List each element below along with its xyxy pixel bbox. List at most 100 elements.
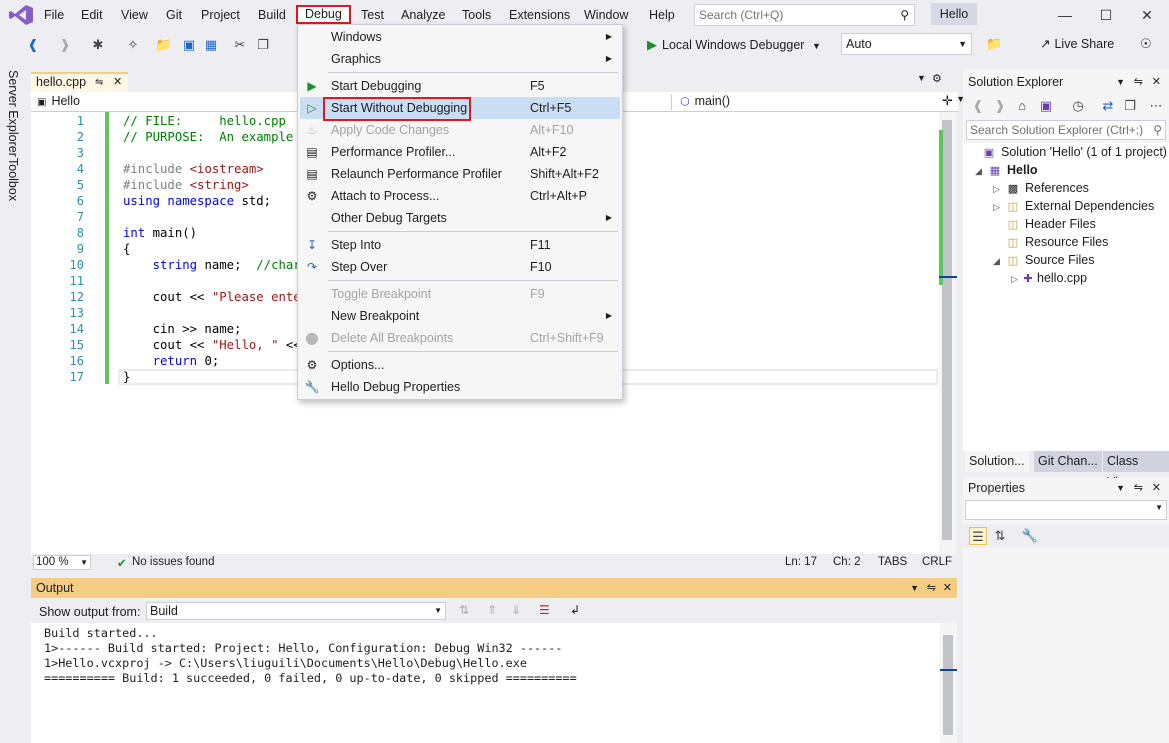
pin-icon[interactable]: ⇋ bbox=[1134, 72, 1143, 92]
eol-indicator[interactable]: CRLF bbox=[922, 556, 952, 568]
zoom-combo[interactable]: 100 % ▼ bbox=[33, 555, 91, 570]
member-dropdown[interactable]: ⬡ main() ▼ bbox=[671, 94, 971, 110]
search-input[interactable] bbox=[695, 5, 885, 25]
menu-file[interactable]: File bbox=[41, 6, 67, 24]
menu-item-step-into[interactable]: ↧ Step Into F11 bbox=[298, 234, 622, 256]
menu-edit[interactable]: Edit bbox=[78, 6, 106, 24]
tree-item-hello-cpp[interactable]: ▷ ✚ hello.cpp bbox=[1011, 269, 1087, 287]
menu-item-other-debug-targets[interactable]: Other Debug Targets ▶ bbox=[298, 207, 622, 229]
home-icon[interactable]: ⌂ bbox=[1013, 97, 1031, 115]
live-share-button[interactable]: ↗ Live Share bbox=[1040, 36, 1114, 51]
tree-item-project[interactable]: ◢ ▦ Hello bbox=[975, 161, 1038, 179]
close-window-icon[interactable]: ✕ bbox=[1127, 4, 1167, 26]
alphabetical-icon[interactable]: ⇅ bbox=[991, 527, 1009, 545]
settings-gear-icon[interactable]: ⚙ bbox=[932, 72, 942, 85]
categorized-icon[interactable]: ☰ bbox=[969, 527, 987, 545]
editor-tab-hello-cpp[interactable]: hello.cpp ⇋ ✕ bbox=[31, 72, 128, 92]
pin-icon[interactable]: ⇋ bbox=[1134, 478, 1143, 498]
output-vertical-scrollbar[interactable] bbox=[940, 623, 957, 743]
toolbox-tab[interactable]: Toolbox bbox=[6, 158, 20, 201]
menu-view[interactable]: View bbox=[118, 6, 151, 24]
add-item-icon[interactable]: ✧ bbox=[124, 36, 142, 54]
search-icon[interactable]: ⚲ bbox=[900, 8, 909, 22]
menu-help[interactable]: Help bbox=[646, 6, 678, 24]
close-tab-icon[interactable]: ✕ bbox=[113, 74, 122, 91]
close-panel-icon[interactable]: ✕ bbox=[943, 578, 952, 598]
tab-git-changes[interactable]: Git Chan... bbox=[1034, 451, 1102, 472]
word-wrap-icon[interactable]: ↲ bbox=[570, 603, 580, 617]
split-editor-icon[interactable]: ✛ bbox=[942, 93, 953, 109]
server-explorer-tab[interactable]: Server Explorer bbox=[6, 70, 20, 157]
chevron-down-icon[interactable]: ▼ bbox=[958, 34, 967, 54]
switch-views-icon[interactable]: ▣ bbox=[1037, 97, 1055, 115]
tabs-indicator[interactable]: TABS bbox=[878, 556, 907, 568]
sync-icon[interactable]: ⇄ bbox=[1099, 97, 1117, 115]
chevron-down-icon[interactable]: ▼ bbox=[812, 41, 821, 51]
collapsed-arrow-icon[interactable]: ▷ bbox=[993, 198, 1005, 216]
chevron-down-icon[interactable]: ▼ bbox=[80, 556, 88, 569]
previous-message-icon[interactable]: ⇑ bbox=[487, 603, 497, 617]
close-panel-icon[interactable]: ✕ bbox=[1152, 72, 1161, 92]
tree-item-resource-files[interactable]: ◫ Resource Files bbox=[993, 233, 1109, 251]
collapsed-arrow-icon[interactable]: ▷ bbox=[1011, 270, 1023, 288]
menu-item-graphics[interactable]: Graphics ▶ bbox=[298, 48, 622, 70]
cut-icon[interactable]: ✂ bbox=[231, 36, 249, 54]
new-project-icon[interactable]: ✱ bbox=[89, 36, 107, 54]
tree-item-header-files[interactable]: ◫ Header Files bbox=[993, 215, 1096, 233]
menu-project[interactable]: Project bbox=[198, 6, 243, 24]
property-pages-icon[interactable]: 🔧 bbox=[1021, 527, 1039, 545]
tab-class-view[interactable]: Class View bbox=[1103, 451, 1169, 489]
menu-debug[interactable]: Debug bbox=[296, 5, 351, 24]
search-icon[interactable]: ⚲ bbox=[1151, 121, 1162, 139]
more-icon[interactable]: ⋯ bbox=[1147, 97, 1165, 115]
properties-object-combo[interactable]: ▼ bbox=[965, 500, 1167, 520]
tree-item-source-files[interactable]: ◢ ◫ Source Files bbox=[993, 251, 1094, 269]
back-icon[interactable]: ❰ bbox=[24, 36, 42, 54]
menu-tools[interactable]: Tools bbox=[459, 6, 494, 24]
solution-tree[interactable]: ▣ Solution 'Hello' (1 of 1 project) ◢ ▦ Hel… bbox=[963, 143, 1169, 453]
menu-window[interactable]: Window bbox=[581, 6, 631, 24]
minimize-icon[interactable]: — bbox=[1045, 4, 1085, 26]
close-panel-icon[interactable]: ✕ bbox=[1152, 478, 1161, 498]
solution-config-combo[interactable]: Auto ▼ bbox=[841, 33, 972, 55]
menu-build[interactable]: Build bbox=[255, 6, 289, 24]
menu-item-performance-profiler[interactable]: ▤ Performance Profiler... Alt+F2 bbox=[298, 141, 622, 163]
collapsed-arrow-icon[interactable]: ▷ bbox=[993, 180, 1005, 198]
tree-item-references[interactable]: ▷ ▩ References bbox=[993, 179, 1089, 197]
search-box[interactable]: ⚲ bbox=[694, 4, 915, 26]
solution-search-box[interactable]: Search Solution Explorer (Ctrl+;) ⚲ bbox=[966, 120, 1166, 140]
pin-icon[interactable]: ⇋ bbox=[927, 578, 936, 598]
tab-dropdown-icon[interactable]: ▼ bbox=[917, 73, 926, 83]
clear-all-icon[interactable]: ☰ bbox=[539, 603, 550, 617]
find-message-icon[interactable]: ⇅ bbox=[459, 603, 469, 617]
menu-item-attach-to-process[interactable]: ⚙ Attach to Process... Ctrl+Alt+P bbox=[298, 185, 622, 207]
menu-item-start-debugging[interactable]: ▶ Start Debugging F5 bbox=[298, 75, 622, 97]
output-source-combo[interactable]: Build ▼ bbox=[146, 602, 446, 620]
output-text-area[interactable]: Build started... 1>------ Build started:… bbox=[31, 623, 940, 743]
save-all-icon[interactable]: ▦ bbox=[202, 36, 220, 54]
menu-git[interactable]: Git bbox=[163, 6, 185, 24]
chevron-down-icon[interactable]: ▼ bbox=[434, 603, 442, 619]
menu-item-debug-properties[interactable]: 🔧 Hello Debug Properties bbox=[298, 376, 622, 398]
chevron-down-icon[interactable]: ▼ bbox=[910, 578, 919, 598]
expanded-arrow-icon[interactable]: ◢ bbox=[975, 162, 987, 180]
tree-item-solution[interactable]: ▣ Solution 'Hello' (1 of 1 project) bbox=[969, 143, 1167, 161]
pending-changes-icon[interactable]: ◷ bbox=[1069, 97, 1087, 115]
open-folder-icon[interactable]: 📁 bbox=[155, 36, 173, 54]
collapse-all-icon[interactable]: ❐ bbox=[1121, 97, 1139, 115]
tree-item-external-dependencies[interactable]: ▷ ◫ External Dependencies bbox=[993, 197, 1154, 215]
menu-item-windows[interactable]: Windows ▶ bbox=[298, 26, 622, 48]
menu-item-new-breakpoint[interactable]: New Breakpoint ▶ bbox=[298, 305, 622, 327]
menu-test[interactable]: Test bbox=[358, 6, 387, 24]
forward-icon[interactable]: ❱ bbox=[991, 97, 1009, 115]
menu-item-step-over[interactable]: ↷ Step Over F10 bbox=[298, 256, 622, 278]
issues-status[interactable]: No issues found bbox=[132, 556, 214, 568]
output-scroll-thumb[interactable] bbox=[943, 635, 953, 735]
start-debugger-button[interactable]: ▶ Local Windows Debugger ▼ bbox=[645, 35, 821, 55]
chevron-down-icon[interactable]: ▼ bbox=[1116, 478, 1125, 498]
copy-icon[interactable]: ❐ bbox=[254, 36, 272, 54]
folder-tool-icon[interactable]: 📁 bbox=[986, 36, 1002, 52]
back-icon[interactable]: ❰ bbox=[969, 97, 987, 115]
feedback-icon[interactable]: ☉ bbox=[1140, 36, 1152, 52]
menu-item-options[interactable]: ⚙ Options... bbox=[298, 354, 622, 376]
